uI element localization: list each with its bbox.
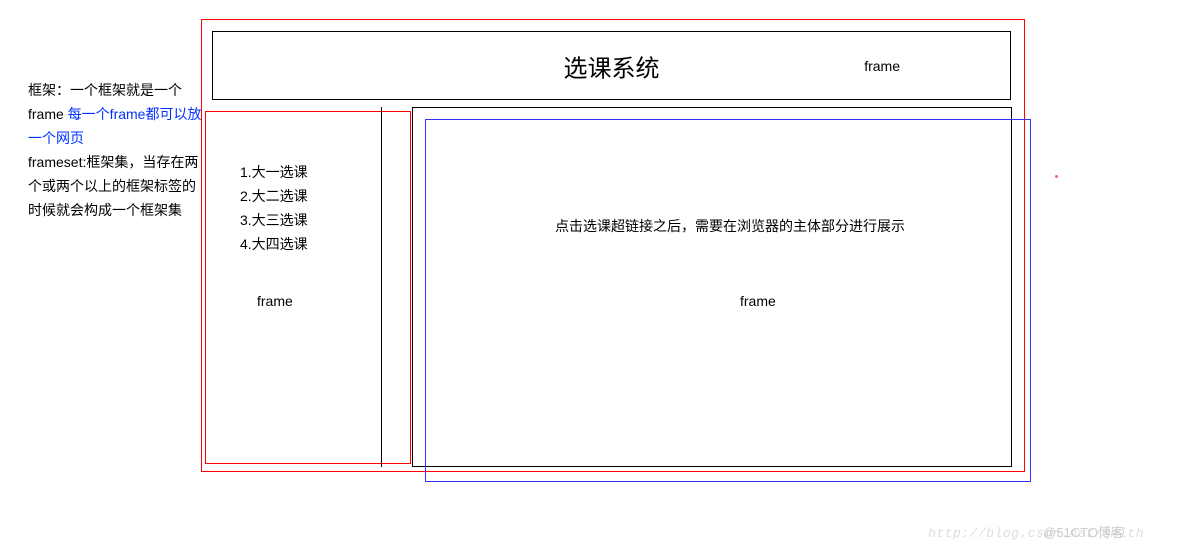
menu-item-4[interactable]: 4.大四选课: [240, 232, 308, 256]
main-body-text: 点击选课超链接之后，需要在浏览器的主体部分进行展示: [480, 216, 980, 236]
left-frame-label: frame: [257, 293, 293, 309]
menu-item-2[interactable]: 2.大二选课: [240, 184, 308, 208]
top-frame-label: frame: [864, 58, 900, 74]
annotation-dot: [1055, 175, 1058, 178]
top-frame: 选课系统 frame: [212, 31, 1011, 100]
main-frame-label: frame: [740, 293, 776, 309]
menu-item-1[interactable]: 1.大一选课: [240, 160, 308, 184]
note-frameset-text: frameset:框架集，当存在两个或两个以上的框架标签的时候就会构成一个框架集: [28, 154, 198, 218]
main-frame-highlight: [425, 119, 1031, 482]
note-line-1b: frame: [28, 106, 64, 122]
explanation-notes: 框架：一个框架就是一个 frame 每一个frame都可以放一个网页 frame…: [28, 78, 208, 222]
left-menu: 1.大一选课 2.大二选课 3.大三选课 4.大四选课: [240, 160, 308, 256]
note-line-1a: 框架：一个框架就是一个: [28, 82, 182, 98]
menu-item-3[interactable]: 3.大三选课: [240, 208, 308, 232]
watermark-badge: @51CTO博客: [1043, 522, 1124, 541]
page-title: 选课系统: [564, 48, 660, 83]
